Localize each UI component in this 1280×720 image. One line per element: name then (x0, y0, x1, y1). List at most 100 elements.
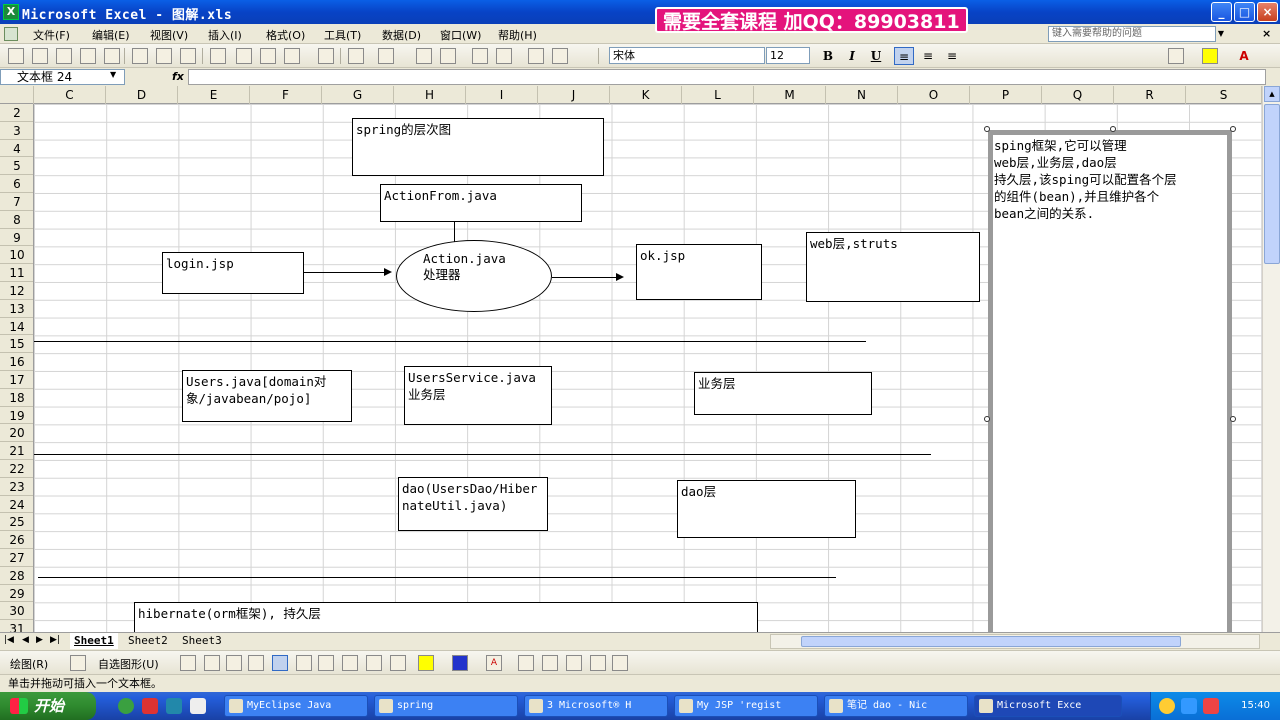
column-header[interactable]: K (610, 86, 682, 104)
font-size-select[interactable]: 12 (766, 47, 810, 64)
app-icon[interactable] (142, 698, 158, 714)
research-icon[interactable] (210, 48, 226, 64)
chart-wizard-icon[interactable] (528, 48, 544, 64)
row-header[interactable]: 24 (0, 496, 33, 514)
scroll-up-icon[interactable]: ▲ (1264, 86, 1280, 102)
row-header[interactable]: 2 (0, 104, 33, 122)
row-header[interactable]: 25 (0, 513, 33, 532)
spring-note-textbox[interactable]: sping框架,它可以管理 web层,业务层,dao层 持久层,该sping可以… (984, 126, 1236, 632)
menu-edit[interactable]: 编辑(E) (92, 27, 130, 43)
menu-data[interactable]: 数据(D) (382, 27, 421, 43)
dao-layer-textbox[interactable]: dao层 (677, 480, 856, 538)
column-header[interactable]: L (682, 86, 754, 104)
column-header[interactable]: C (34, 86, 106, 104)
next-sheet-button[interactable]: ▶ (36, 635, 43, 645)
row-header[interactable]: 6 (0, 175, 33, 193)
clipart-icon[interactable] (366, 655, 382, 671)
open-icon[interactable] (32, 48, 48, 64)
document-close-button[interactable]: × (1262, 27, 1271, 40)
sort-ascending-icon[interactable] (472, 48, 488, 64)
align-center-button[interactable]: ≡ (918, 47, 938, 65)
excel-app-icon[interactable]: X (3, 4, 19, 20)
shadow-icon[interactable] (590, 655, 606, 671)
autoshapes-menu[interactable]: 自选图形(U) (98, 656, 159, 672)
browser-icon[interactable] (118, 698, 134, 714)
sort-descending-icon[interactable] (496, 48, 512, 64)
line-icon[interactable] (180, 655, 196, 671)
start-button[interactable]: 开始 (0, 692, 96, 720)
format-painter-icon[interactable] (318, 48, 334, 64)
row-header[interactable]: 13 (0, 300, 33, 318)
hyperlink-icon[interactable] (416, 48, 432, 64)
row-header[interactable]: 20 (0, 424, 33, 443)
menu-insert[interactable]: 插入(I) (208, 27, 242, 43)
arrow-icon[interactable] (204, 655, 220, 671)
business-layer-textbox[interactable]: 业务层 (694, 372, 872, 415)
horizontal-scrollbar[interactable] (770, 634, 1260, 649)
line-style-icon[interactable] (518, 655, 534, 671)
row-header[interactable]: 9 (0, 229, 33, 247)
insert-function-button[interactable]: fx (172, 70, 184, 83)
underline-button[interactable]: U (866, 47, 886, 65)
column-header[interactable]: M (754, 86, 826, 104)
row-header[interactable]: 11 (0, 264, 33, 282)
dao-textbox[interactable]: dao(UsersDao/Hiber nateUtil.java) (398, 477, 548, 531)
row-header[interactable]: 30 (0, 602, 33, 621)
chevron-down-icon[interactable]: ▼ (1216, 26, 1226, 42)
column-header[interactable]: P (970, 86, 1042, 104)
close-button[interactable]: × (1257, 2, 1278, 22)
column-header[interactable]: N (826, 86, 898, 104)
actionform-textbox[interactable]: ActionFrom.java (380, 184, 582, 222)
tab-sheet2[interactable]: Sheet2 (124, 633, 172, 649)
app-icon[interactable] (166, 698, 182, 714)
dash-style-icon[interactable] (542, 655, 558, 671)
maximize-button[interactable]: □ (1234, 2, 1255, 22)
worksheet-grid[interactable]: spring的层次图 ActionFrom.java login.jsp Act… (34, 104, 1262, 632)
paste-icon[interactable] (284, 48, 300, 64)
column-header[interactable]: S (1186, 86, 1262, 104)
bold-button[interactable]: B (818, 47, 838, 65)
redo-icon[interactable] (378, 48, 394, 64)
row-header[interactable]: 31 (0, 620, 33, 632)
row-header[interactable]: 12 (0, 282, 33, 300)
hibernate-textbox[interactable]: hibernate(orm框架), 持久层 (134, 602, 758, 632)
column-header[interactable]: I (466, 86, 538, 104)
select-all-corner[interactable] (0, 86, 34, 104)
column-header[interactable]: J (538, 86, 610, 104)
column-header[interactable]: O (898, 86, 970, 104)
help-icon[interactable] (552, 48, 568, 64)
arrow-style-icon[interactable] (566, 655, 582, 671)
tab-sheet3[interactable]: Sheet3 (178, 633, 226, 649)
new-icon[interactable] (8, 48, 24, 64)
column-header[interactable]: F (250, 86, 322, 104)
row-header[interactable]: 21 (0, 442, 33, 460)
tab-sheet1[interactable]: Sheet1 (70, 633, 118, 649)
action-ellipse[interactable]: Action.java 处理器 (396, 240, 552, 312)
align-left-button[interactable]: ≡ (894, 47, 914, 65)
formula-input[interactable] (188, 69, 1266, 85)
draw-menu[interactable]: 绘图(R) (10, 656, 48, 672)
copy-icon[interactable] (260, 48, 276, 64)
rectangle-icon[interactable] (226, 655, 242, 671)
menu-window[interactable]: 窗口(W) (440, 27, 481, 43)
oval-icon[interactable] (248, 655, 264, 671)
menu-format[interactable]: 格式(O) (266, 27, 305, 43)
first-sheet-button[interactable]: |◀ (4, 635, 14, 645)
taskbar-item[interactable]: MyEclipse Java (224, 695, 368, 717)
menu-view[interactable]: 视图(V) (150, 27, 188, 43)
resize-handle[interactable] (1110, 126, 1116, 132)
resize-handle[interactable] (1230, 126, 1236, 132)
print-icon[interactable] (132, 48, 148, 64)
row-header[interactable]: 8 (0, 211, 33, 229)
row-header[interactable]: 22 (0, 460, 33, 478)
taskbar-item[interactable]: Microsoft Exce (974, 695, 1122, 717)
row-header[interactable]: 19 (0, 407, 33, 425)
fill-color-icon[interactable] (1202, 48, 1218, 64)
row-header[interactable]: 16 (0, 353, 33, 371)
row-header[interactable]: 23 (0, 478, 33, 496)
column-header[interactable]: Q (1042, 86, 1114, 104)
tray-icon[interactable] (1181, 698, 1197, 714)
line-color-icon[interactable] (452, 655, 468, 671)
row-header[interactable]: 15 (0, 335, 33, 354)
column-header[interactable]: H (394, 86, 466, 104)
